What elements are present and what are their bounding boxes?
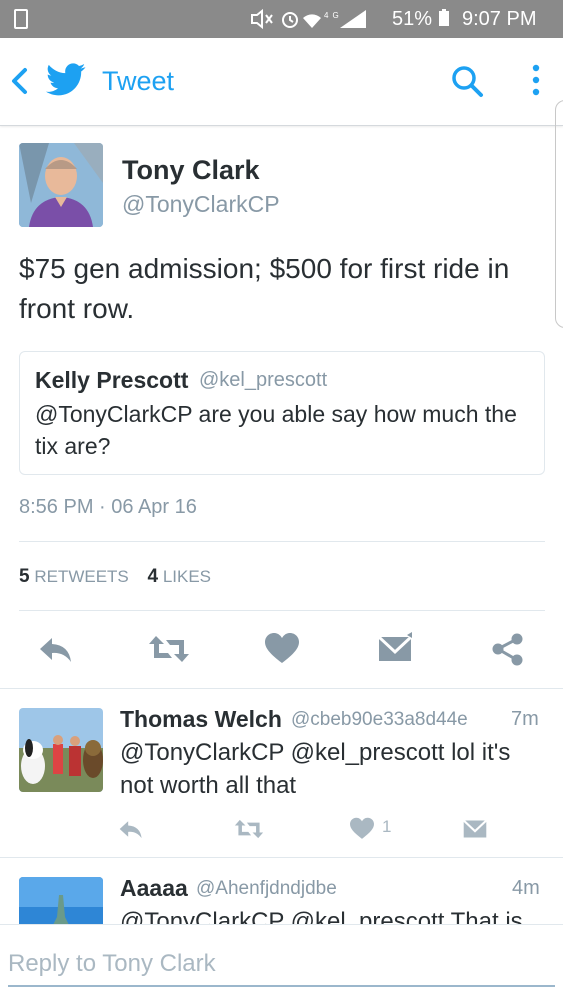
reply-composer <box>0 924 563 1000</box>
quoted-tweet[interactable]: Kelly Prescott @kel_prescott @TonyClarkC… <box>19 351 545 475</box>
like-heart-icon[interactable] <box>349 817 375 841</box>
wifi-icon <box>303 14 321 28</box>
mute-icon <box>251 8 273 30</box>
app-bar: Tweet <box>0 38 563 126</box>
page-title: Tweet <box>102 66 175 96</box>
divider <box>19 541 545 542</box>
recycle-notification-icon <box>14 9 28 29</box>
search-icon[interactable] <box>450 64 484 98</box>
reply-author-name[interactable]: Thomas Welch <box>120 706 282 733</box>
more-vert-icon[interactable] <box>526 62 546 102</box>
back-chevron-icon[interactable] <box>8 64 32 98</box>
reply-author-name[interactable]: Aaaaa <box>120 875 188 902</box>
reply-tweet[interactable]: Aaaaa @Ahenfjdndjdbe 4m @TonyClarkCP @ke… <box>0 858 563 924</box>
like-heart-icon[interactable] <box>264 632 300 666</box>
likes-label: LIKES <box>162 567 212 586</box>
divider <box>0 688 563 689</box>
tweet-stats: 5 RETWEETS 4 LIKES <box>19 566 211 588</box>
tweet-actions <box>0 622 563 678</box>
quoted-author-name: Kelly Prescott <box>35 367 189 393</box>
author-name[interactable]: Tony Clark <box>122 155 260 186</box>
reply-time: 4m <box>512 877 540 899</box>
status-icons: 4G <box>250 8 380 35</box>
direct-message-icon[interactable] <box>377 632 413 666</box>
retweets-label: RETWEETS <box>34 567 129 586</box>
reply-time: 7m <box>511 708 539 730</box>
tweet-text: $75 gen admission; $500 for first ride i… <box>19 253 510 324</box>
edge-panel-handle[interactable] <box>555 100 563 328</box>
clock: 9:07 PM <box>462 8 537 30</box>
signal-icon <box>340 10 366 28</box>
retweets-stat[interactable]: 5 RETWEETS <box>19 566 129 587</box>
reply-text: @TonyClarkCP @kel_prescott That is <box>120 908 523 924</box>
battery-level: 51% <box>392 8 450 31</box>
reply-icon[interactable] <box>38 632 74 666</box>
author-handle[interactable]: @TonyClarkCP <box>122 191 280 218</box>
svg-text:4G: 4G <box>324 11 343 20</box>
battery-icon <box>438 9 449 26</box>
reply-text: @TonyClarkCP @kel_prescott lol it's not … <box>120 739 511 799</box>
twitter-bird-icon <box>46 62 86 98</box>
quoted-tweet-text: @TonyClarkCP are you able say how much t… <box>35 401 517 459</box>
retweets-count: 5 <box>19 566 30 587</box>
avatar[interactable] <box>19 708 103 792</box>
reply-author-handle[interactable]: @cbeb90e33a8d44e <box>291 709 468 731</box>
likes-count: 4 <box>147 566 159 587</box>
status-bar: 4G 51% 9:07 PM <box>0 0 563 38</box>
direct-message-icon[interactable] <box>462 817 488 841</box>
reply-like-count: 1 <box>382 817 392 836</box>
retweet-icon[interactable] <box>234 817 264 841</box>
reply-author-handle[interactable]: @Ahenfjdndjdbe <box>196 878 337 900</box>
retweet-icon[interactable] <box>148 632 190 666</box>
share-icon[interactable] <box>490 632 526 666</box>
likes-stat[interactable]: 4 LIKES <box>147 566 212 587</box>
avatar[interactable] <box>19 143 103 227</box>
divider <box>19 610 545 611</box>
reply-input[interactable] <box>8 949 555 987</box>
reply-icon[interactable] <box>118 817 144 841</box>
tweet-timestamp: 8:56 PM · 06 Apr 16 <box>19 496 197 518</box>
quoted-author-handle: @kel_prescott <box>199 369 328 391</box>
avatar[interactable] <box>19 877 103 924</box>
alarm-icon <box>282 12 298 28</box>
